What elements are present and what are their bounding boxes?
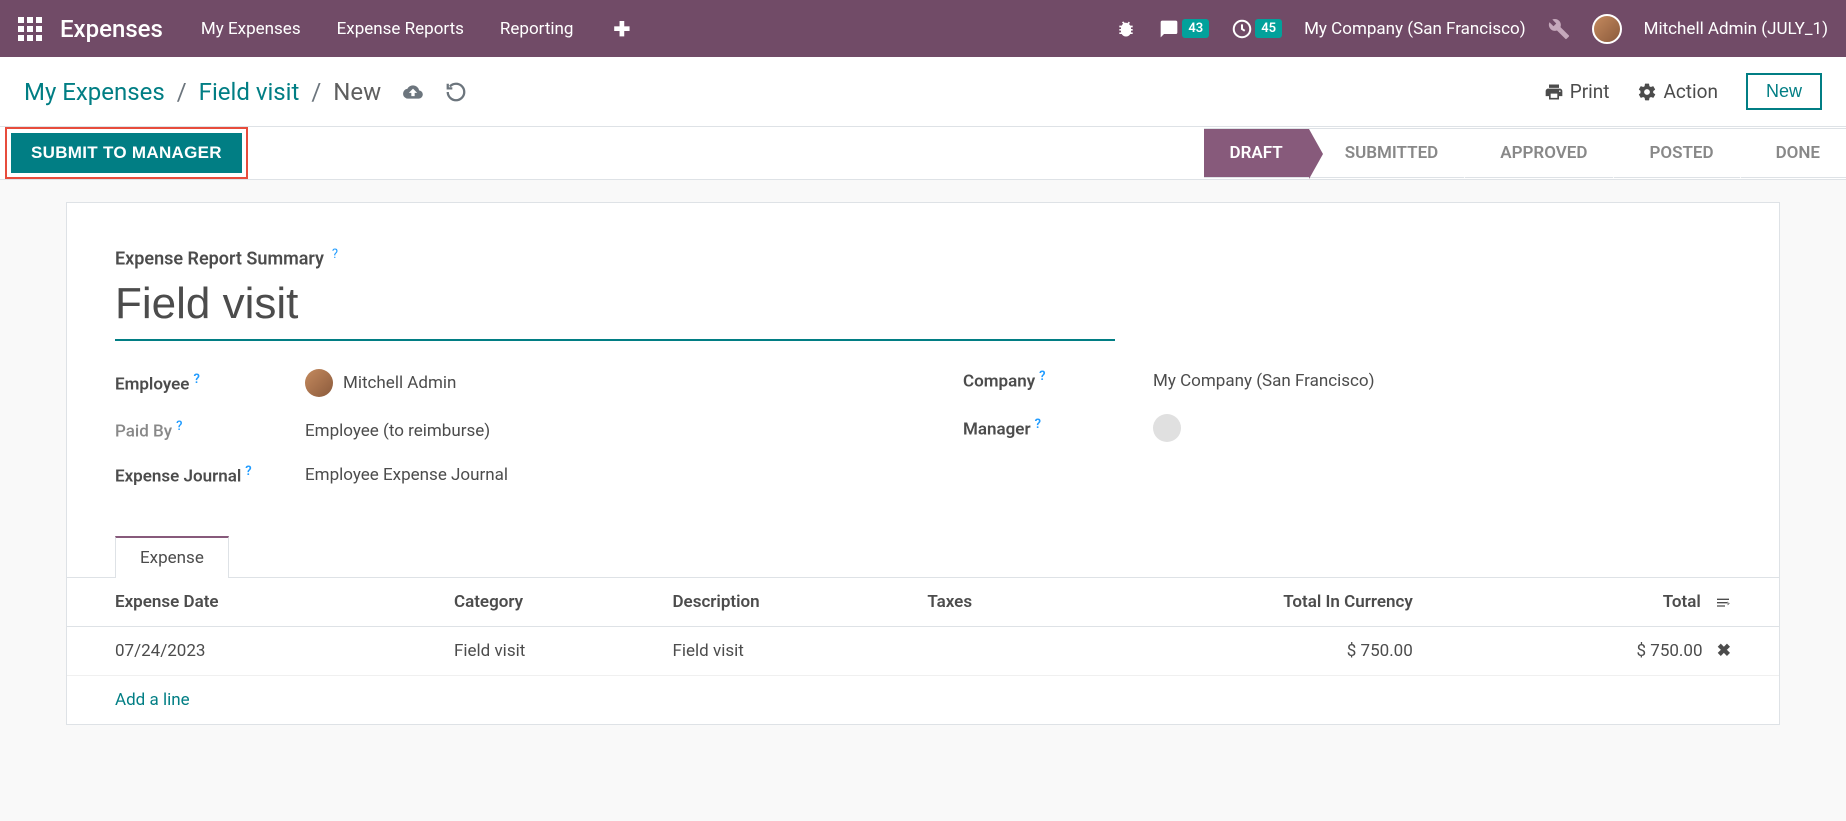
cell-total-currency: $ 750.00 xyxy=(1073,626,1425,675)
nav-expense-reports[interactable]: Expense Reports xyxy=(337,19,464,39)
action-button[interactable]: Action xyxy=(1637,80,1718,103)
cell-date: 07/24/2023 xyxy=(67,626,442,675)
cell-total: $ 750.00 ✖ xyxy=(1425,626,1779,675)
print-button[interactable]: Print xyxy=(1544,80,1610,103)
content-wrap: Expense Report Summary ? Employee? Mitch… xyxy=(0,180,1846,747)
summary-label-row: Expense Report Summary ? xyxy=(115,247,1731,269)
messages-badge: 43 xyxy=(1182,19,1209,38)
th-taxes[interactable]: Taxes xyxy=(915,578,1073,627)
cell-category: Field visit xyxy=(442,626,661,675)
activities-icon[interactable]: 45 xyxy=(1231,18,1282,40)
nav-items: My Expenses Expense Reports Reporting xyxy=(201,19,574,39)
field-employee: Employee? Mitchell Admin xyxy=(115,369,883,397)
help-icon[interactable]: ? xyxy=(176,419,182,434)
app-title: Expenses xyxy=(60,15,163,43)
crumb-my-expenses[interactable]: My Expenses xyxy=(24,78,165,106)
status-posted[interactable]: POSTED xyxy=(1613,128,1739,178)
th-category[interactable]: Category xyxy=(442,578,661,627)
label-journal: Expense Journal? xyxy=(115,464,305,487)
user-avatar[interactable] xyxy=(1592,14,1622,44)
messages-icon[interactable]: 43 xyxy=(1158,19,1209,39)
field-grid: Employee? Mitchell Admin Paid By? Employ… xyxy=(115,369,1731,486)
column-options-icon[interactable] xyxy=(1715,592,1731,612)
status-bar: DRAFT SUBMITTED APPROVED POSTED DONE xyxy=(1204,128,1846,178)
topbar-right: 43 45 My Company (San Francisco) Mitchel… xyxy=(1116,14,1828,44)
value-manager[interactable] xyxy=(1153,414,1181,442)
field-paid-by: Paid By? Employee (to reimburse) xyxy=(115,419,883,442)
field-journal: Expense Journal? Employee Expense Journa… xyxy=(115,464,883,487)
field-company: Company? My Company (San Francisco) xyxy=(963,369,1731,392)
form-card: Expense Report Summary ? Employee? Mitch… xyxy=(66,202,1780,725)
label-company: Company? xyxy=(963,369,1153,392)
value-company[interactable]: My Company (San Francisco) xyxy=(1153,371,1375,391)
label-paid-by: Paid By? xyxy=(115,419,305,442)
apps-icon[interactable] xyxy=(18,17,42,41)
cell-taxes xyxy=(915,626,1073,675)
th-date[interactable]: Expense Date xyxy=(67,578,442,627)
nav-reporting[interactable]: Reporting xyxy=(500,19,574,39)
breadcrumb: My Expenses / Field visit / New xyxy=(24,78,381,106)
activities-badge: 45 xyxy=(1255,19,1282,38)
cell-description: Field visit xyxy=(660,626,915,675)
save-cloud-icon[interactable] xyxy=(401,82,425,102)
field-manager: Manager? xyxy=(963,414,1731,442)
crumb-new: New xyxy=(333,78,381,106)
label-employee: Employee? xyxy=(115,372,305,395)
value-paid-by[interactable]: Employee (to reimburse) xyxy=(305,421,490,441)
summary-label: Expense Report Summary xyxy=(115,248,324,269)
submit-to-manager-button[interactable]: SUBMIT TO MANAGER xyxy=(11,133,242,173)
delete-row-icon[interactable]: ✖ xyxy=(1717,641,1731,661)
crumb-field-visit[interactable]: Field visit xyxy=(199,78,300,106)
report-title-input[interactable] xyxy=(115,275,1115,341)
action-label: Action xyxy=(1663,80,1718,103)
topbar: Expenses My Expenses Expense Reports Rep… xyxy=(0,0,1846,57)
help-icon[interactable]: ? xyxy=(1035,417,1041,432)
table-row[interactable]: 07/24/2023 Field visit Field visit $ 750… xyxy=(67,626,1779,675)
tabs: Expense xyxy=(115,535,1731,577)
subbar-right: Print Action New xyxy=(1544,73,1822,110)
value-journal[interactable]: Employee Expense Journal xyxy=(305,465,508,485)
add-menu-icon[interactable]: ✚ xyxy=(613,17,630,41)
tab-expense[interactable]: Expense xyxy=(115,536,229,578)
expense-table: Expense Date Category Description Taxes … xyxy=(67,577,1779,724)
help-icon[interactable]: ? xyxy=(245,464,251,479)
crumb-sep: / xyxy=(311,78,321,106)
help-icon[interactable]: ? xyxy=(193,372,199,387)
new-button[interactable]: New xyxy=(1746,73,1822,110)
action-bar: SUBMIT TO MANAGER DRAFT SUBMITTED APPROV… xyxy=(0,127,1846,180)
discard-icon[interactable] xyxy=(445,81,467,103)
value-employee[interactable]: Mitchell Admin xyxy=(305,369,456,397)
debug-icon[interactable] xyxy=(1116,19,1136,39)
print-label: Print xyxy=(1570,80,1610,103)
subbar: My Expenses / Field visit / New Print Ac… xyxy=(0,57,1846,127)
add-line-button[interactable]: Add a line xyxy=(67,676,1779,724)
manager-avatar-empty xyxy=(1153,414,1181,442)
field-col-left: Employee? Mitchell Admin Paid By? Employ… xyxy=(115,369,883,486)
user-menu[interactable]: Mitchell Admin (JULY_1) xyxy=(1644,19,1828,39)
status-draft[interactable]: DRAFT xyxy=(1204,128,1309,178)
tools-icon[interactable] xyxy=(1548,18,1570,40)
help-icon[interactable]: ? xyxy=(1039,369,1045,384)
crumb-sep: / xyxy=(177,78,187,106)
label-manager: Manager? xyxy=(963,417,1153,440)
highlight-frame: SUBMIT TO MANAGER xyxy=(5,127,248,179)
th-description[interactable]: Description xyxy=(660,578,915,627)
status-approved[interactable]: APPROVED xyxy=(1464,128,1613,178)
nav-my-expenses[interactable]: My Expenses xyxy=(201,19,301,39)
company-selector[interactable]: My Company (San Francisco) xyxy=(1304,19,1526,39)
th-total[interactable]: Total xyxy=(1425,578,1779,627)
employee-avatar xyxy=(305,369,333,397)
status-done[interactable]: DONE xyxy=(1740,128,1846,178)
help-icon[interactable]: ? xyxy=(332,247,338,262)
status-submitted[interactable]: SUBMITTED xyxy=(1309,128,1465,178)
th-total-currency[interactable]: Total In Currency xyxy=(1073,578,1425,627)
field-col-right: Company? My Company (San Francisco) Mana… xyxy=(963,369,1731,486)
